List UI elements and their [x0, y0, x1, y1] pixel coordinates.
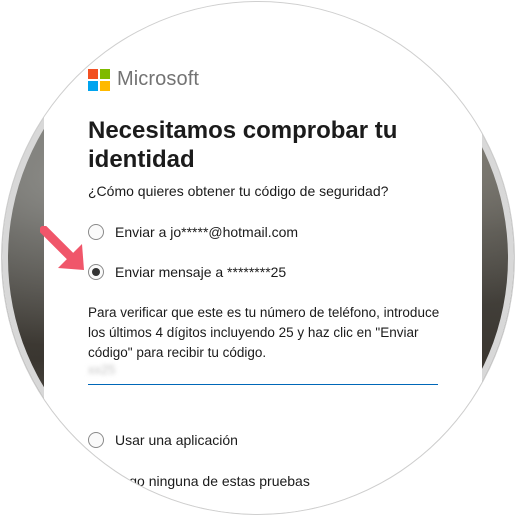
circular-frame: Microsoft Necesitamos comprobar tu ident…: [2, 2, 514, 514]
option-send-sms[interactable]: Enviar mensaje a ********25: [88, 264, 286, 280]
radio-selected-dot: [92, 268, 100, 276]
security-code-question: ¿Cómo quieres obtener tu código de segur…: [88, 183, 389, 199]
microsoft-logo-icon: [88, 68, 110, 91]
brand-name: Microsoft: [117, 68, 200, 90]
option-email-label: Enviar a jo*****@hotmail.com: [115, 224, 299, 240]
microsoft-logo: Microsoft: [88, 68, 199, 91]
radio-app[interactable]: [88, 432, 104, 448]
last-digits-input[interactable]: [88, 358, 438, 385]
pointer-arrow-icon: [40, 226, 84, 270]
page-title: Necesitamos comprobar tu identidad: [88, 117, 398, 173]
option-use-app[interactable]: Usar una aplicación: [88, 432, 238, 448]
option-sms-label: Enviar mensaje a ********25: [115, 264, 287, 280]
option-send-email[interactable]: Enviar a jo*****@hotmail.com: [88, 224, 298, 240]
digits-placeholder: xx25: [88, 362, 116, 377]
signin-card: Microsoft Necesitamos comprobar tu ident…: [44, 2, 482, 514]
option-no-proofs-label: No tengo ninguna de estas pruebas: [88, 473, 310, 489]
verification-instructions: Para verificar que este es tu número de …: [88, 305, 440, 360]
option-app-label: Usar una aplicación: [115, 432, 238, 448]
option-no-proofs[interactable]: No tengo ninguna de estas pruebas: [88, 473, 310, 489]
